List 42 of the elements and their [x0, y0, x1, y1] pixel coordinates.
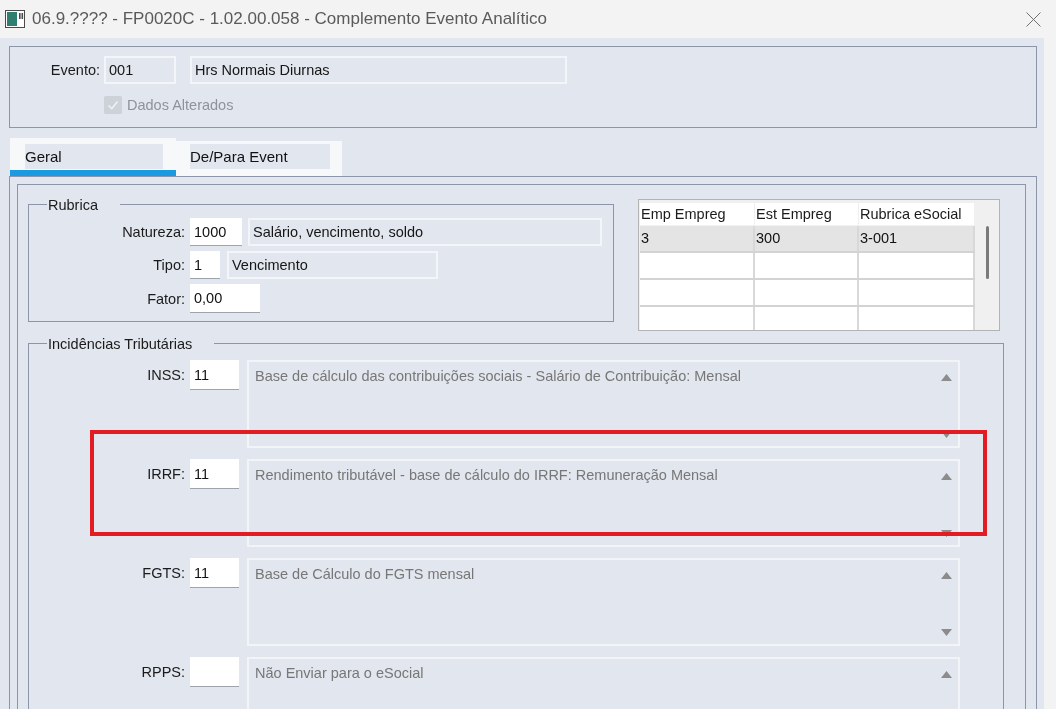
column-header[interactable]: Emp Empreg: [640, 203, 755, 225]
description-area[interactable]: Não Enviar para o eSocial: [247, 657, 960, 709]
description-field[interactable]: Salário, vencimento, soldo: [248, 218, 602, 246]
code-field[interactable]: 1: [190, 251, 220, 279]
event-code-field[interactable]: 001: [104, 56, 176, 84]
scroll-up-icon[interactable]: [941, 671, 952, 678]
column-header[interactable]: Est Empreg: [755, 203, 859, 225]
code-field[interactable]: 1000: [190, 218, 242, 246]
tab[interactable]: Geral: [10, 138, 176, 176]
field-label: INSS:: [147, 367, 185, 383]
scroll-down-icon[interactable]: [941, 629, 952, 636]
code-field[interactable]: 0,00: [190, 284, 260, 313]
field-label: Evento:: [50, 62, 100, 78]
field-label: Tipo:: [153, 257, 185, 273]
field-label: IRRF:: [147, 466, 185, 482]
table-cell: 3: [640, 226, 755, 251]
column-header[interactable]: Rubrica eSocial: [859, 203, 975, 225]
field-label: FGTS:: [142, 565, 185, 581]
code-field[interactable]: 11: [190, 459, 239, 489]
table-cell: 300: [755, 226, 859, 251]
scroll-down-icon[interactable]: [941, 530, 952, 537]
code-field[interactable]: 11: [190, 558, 239, 588]
app-icon: [5, 10, 25, 28]
field-label: Fator:: [147, 290, 185, 307]
description-field[interactable]: Vencimento: [227, 251, 438, 279]
table-row[interactable]: 3 300 3-001: [640, 226, 975, 253]
code-field[interactable]: [190, 657, 239, 687]
field-label: RPPS:: [141, 664, 185, 680]
scroll-up-icon[interactable]: [941, 473, 952, 480]
description-area[interactable]: Base de Cálculo do FGTS mensal: [247, 558, 960, 646]
scroll-up-icon[interactable]: [941, 572, 952, 579]
code-field[interactable]: 11: [190, 360, 239, 390]
field-label: Natureza:: [122, 224, 185, 240]
window-title: 06.9.???? - FP0020C - 1.02.00.058 - Complemento Evento Analítico: [32, 9, 548, 29]
scroll-up-icon[interactable]: [941, 374, 952, 381]
table-cell: 3-001: [859, 226, 975, 251]
close-icon: [1025, 11, 1041, 27]
description-area[interactable]: Rendimento tributável - base de cálculo do IRRF: Remuneração Mensal: [247, 459, 960, 547]
scrollbar-thumb[interactable]: [985, 226, 989, 279]
event-description-field[interactable]: Hrs Normais Diurnas: [190, 56, 567, 84]
checkbox-label: Dados Alterados: [127, 97, 234, 113]
tab[interactable]: De/Para Event: [176, 141, 342, 176]
